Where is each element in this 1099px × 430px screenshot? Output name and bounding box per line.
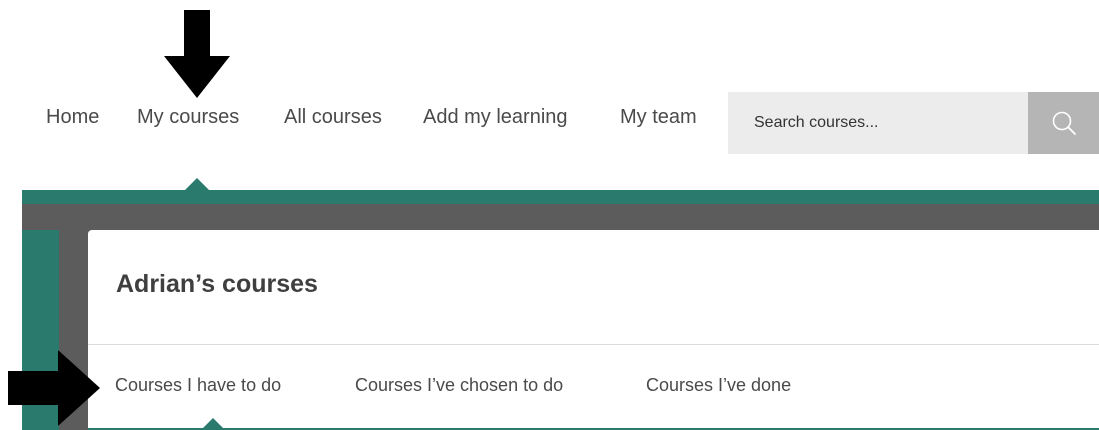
divider: [88, 344, 1099, 345]
nav-item-add-my-learning[interactable]: Add my learning: [423, 106, 568, 129]
nav-item-my-courses[interactable]: My courses: [137, 106, 239, 129]
nav-item-home[interactable]: Home: [46, 106, 99, 129]
top-navigation: Home My courses All courses Add my learn…: [0, 0, 1099, 191]
courses-card: Adrian’s courses Courses I have to do Co…: [88, 230, 1099, 430]
nav-item-all-courses[interactable]: All courses: [284, 106, 382, 129]
page-title: Adrian’s courses: [116, 270, 318, 298]
right-arrow-icon: [8, 350, 100, 426]
nav-item-my-team[interactable]: My team: [620, 106, 697, 129]
tab-courses-ive-chosen-to-do[interactable]: Courses I’ve chosen to do: [355, 375, 563, 396]
search-button[interactable]: [1028, 92, 1099, 154]
accent-bar: [22, 190, 1099, 204]
search-input[interactable]: [728, 92, 1028, 154]
search-icon: [1052, 111, 1076, 135]
tab-courses-ive-done[interactable]: Courses I’ve done: [646, 375, 791, 396]
tab-courses-i-have-to-do[interactable]: Courses I have to do: [115, 375, 281, 396]
